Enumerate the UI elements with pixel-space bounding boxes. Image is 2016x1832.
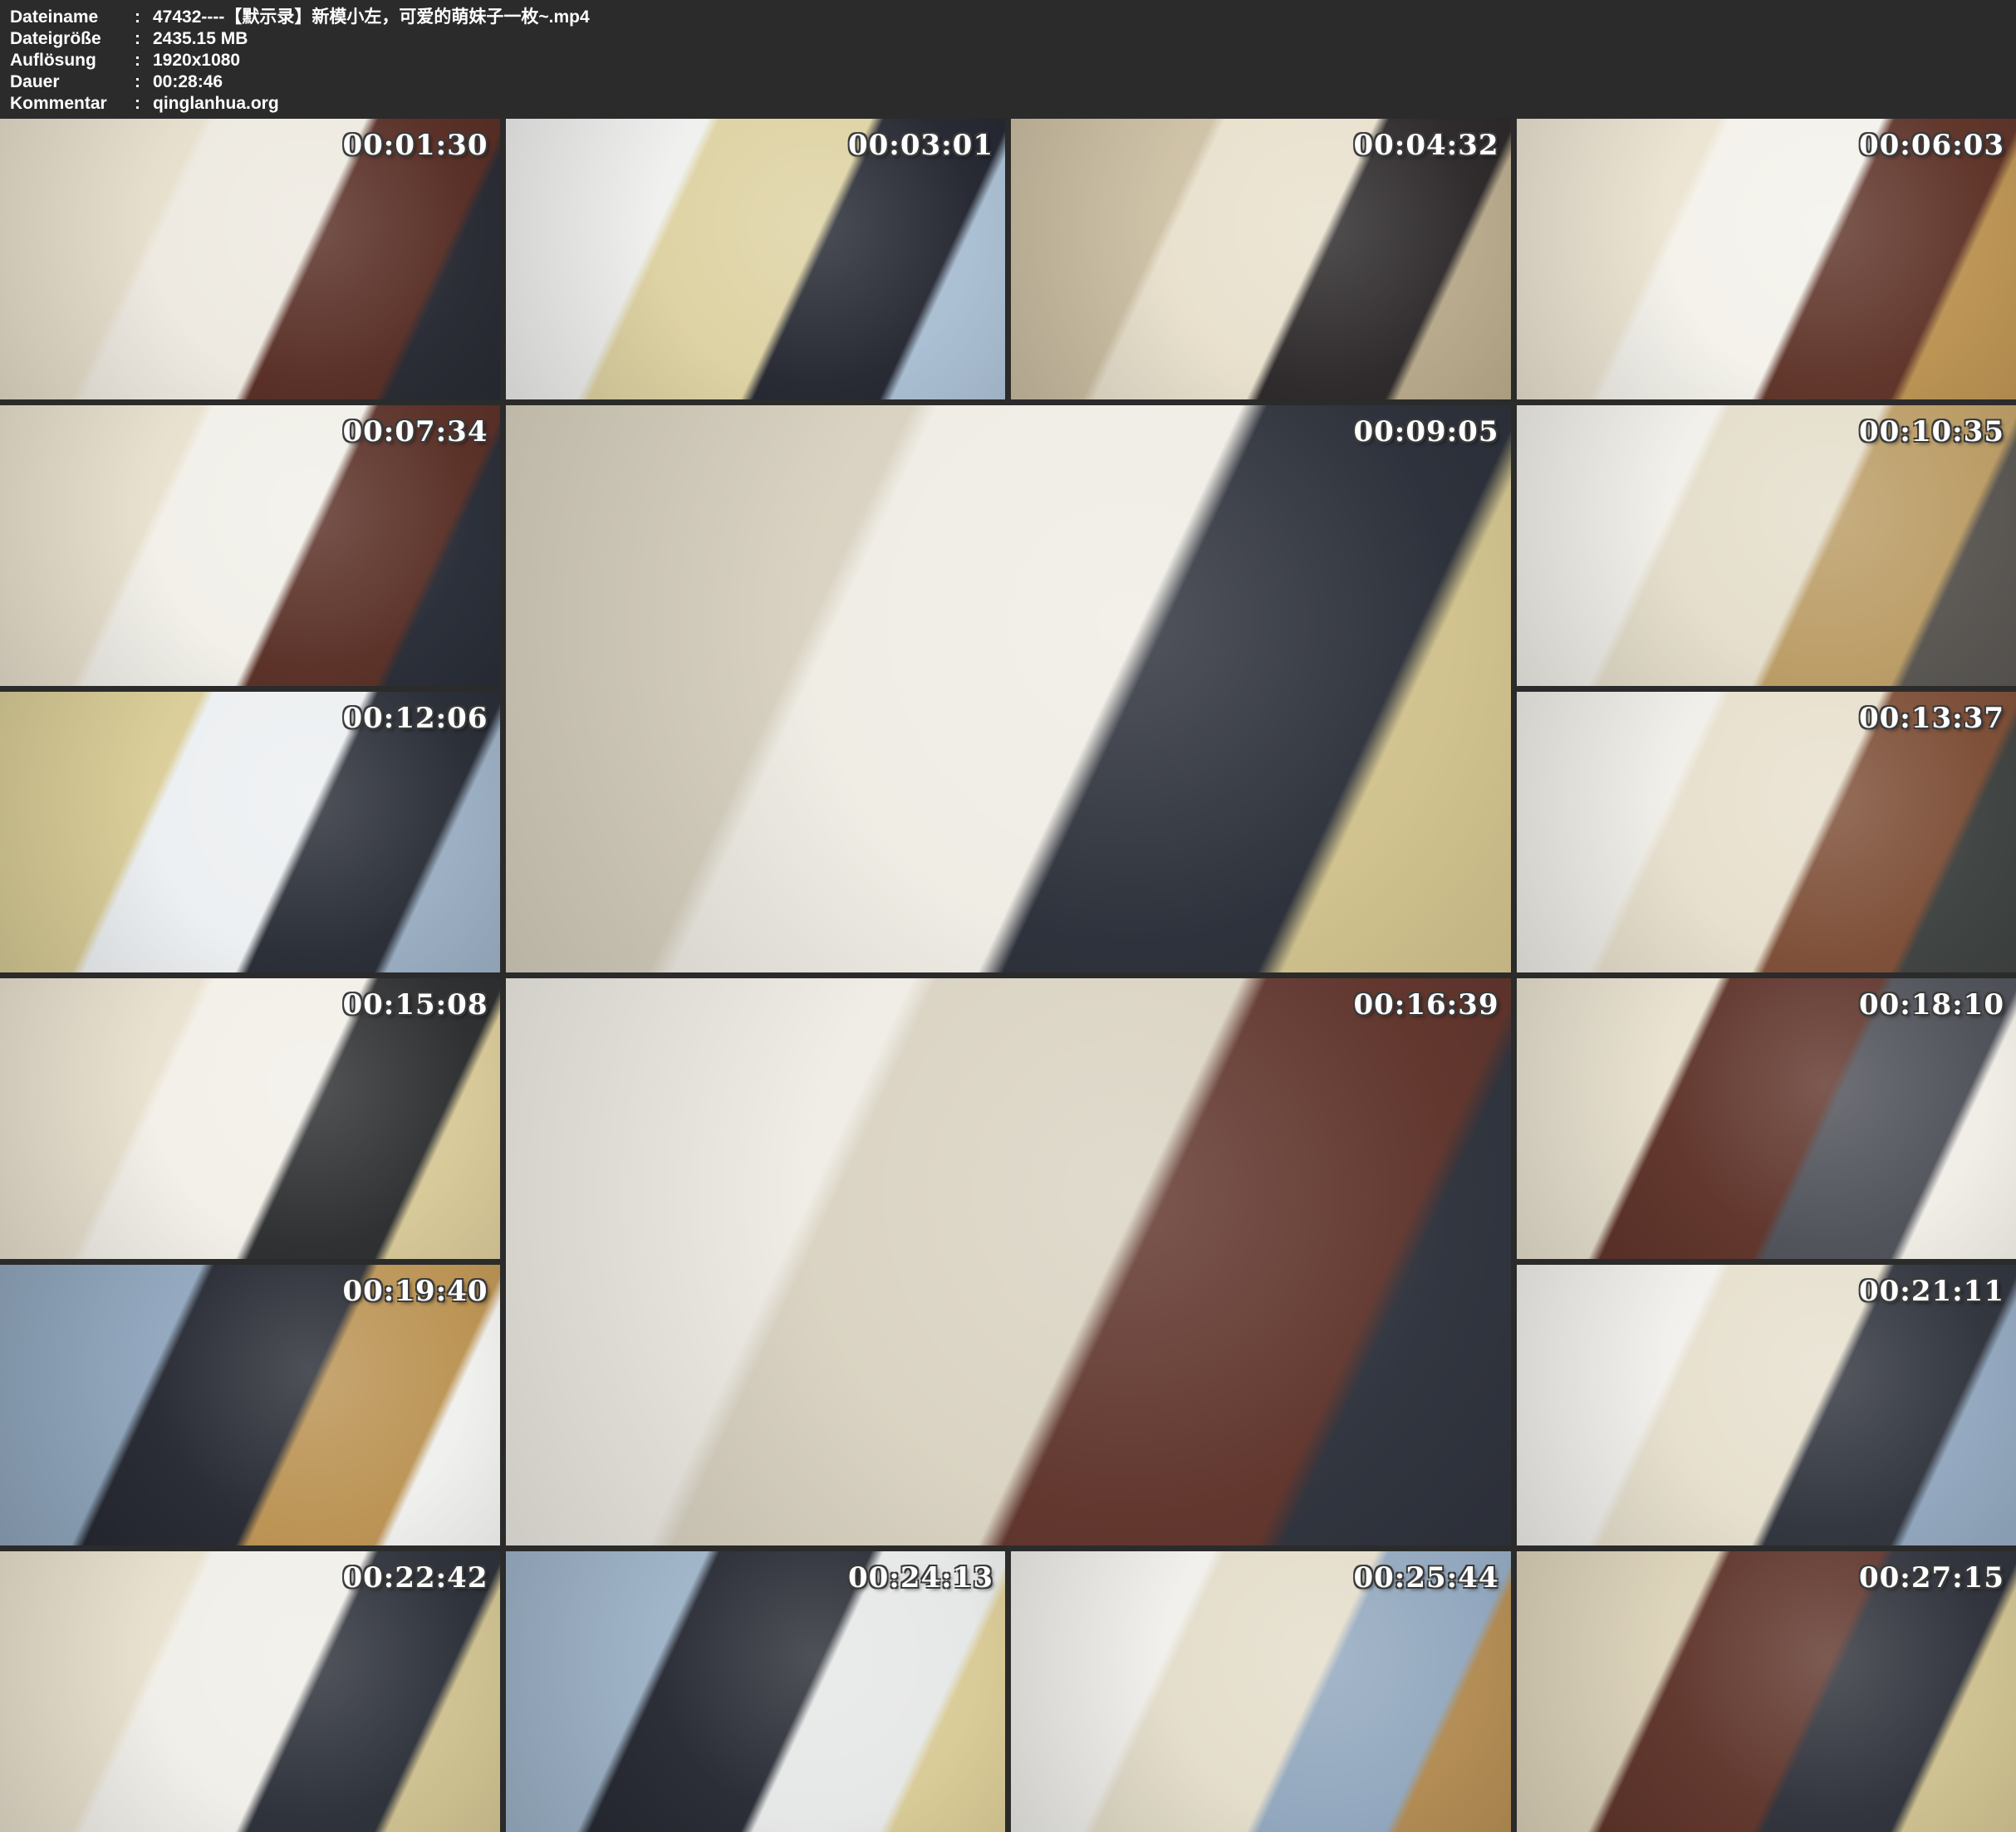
- filename-separator: :: [135, 7, 153, 28]
- meta-row-filesize: Dateigröße : 2435.15 MB: [10, 28, 2016, 50]
- frame-timestamp: 00:01:30: [342, 129, 488, 162]
- video-frame-thumbnail: 00:04:32: [1011, 119, 1511, 399]
- resolution-label: Auflösung: [10, 50, 135, 71]
- video-frame-thumbnail: 00:22:42: [0, 1551, 500, 1832]
- video-frame-thumbnail-large: 00:16:39: [506, 978, 1511, 1545]
- frame-timestamp: 00:04:32: [1353, 129, 1499, 162]
- frame-timestamp: 00:15:08: [342, 988, 488, 1021]
- frame-timestamp: 00:18:10: [1859, 988, 2004, 1021]
- comment-value: qinglanhua.org: [153, 93, 279, 115]
- contact-sheet-grid: 00:01:30 00:03:01 00:04:32 00:06:03 00:0…: [0, 119, 2016, 1832]
- filename-label: Dateiname: [10, 7, 135, 28]
- meta-row-filename: Dateiname : 47432----【默示录】新模小左，可爱的萌妹子一枚~…: [10, 7, 2016, 28]
- resolution-separator: :: [135, 50, 153, 71]
- filesize-value: 2435.15 MB: [153, 28, 248, 50]
- video-frame-thumbnail: 00:27:15: [1517, 1551, 2016, 1832]
- frame-timestamp: 00:16:39: [1353, 988, 1499, 1021]
- frame-timestamp: 00:19:40: [342, 1275, 488, 1308]
- video-frame-thumbnail: 00:13:37: [1517, 692, 2016, 972]
- video-frame-thumbnail: 00:24:13: [506, 1551, 1006, 1832]
- comment-label: Kommentar: [10, 93, 135, 115]
- frame-timestamp: 00:27:15: [1859, 1561, 2004, 1594]
- video-frame-thumbnail: 00:12:06: [0, 692, 500, 972]
- duration-label: Dauer: [10, 71, 135, 93]
- frame-timestamp: 00:07:34: [342, 415, 488, 448]
- video-frame-thumbnail: 00:07:34: [0, 405, 500, 686]
- video-frame-thumbnail: 00:21:11: [1517, 1265, 2016, 1545]
- meta-row-duration: Dauer : 00:28:46: [10, 71, 2016, 93]
- meta-row-comment: Kommentar : qinglanhua.org: [10, 93, 2016, 115]
- frame-timestamp: 00:25:44: [1353, 1561, 1499, 1594]
- video-frame-thumbnail: 00:15:08: [0, 978, 500, 1259]
- video-frame-thumbnail: 00:25:44: [1011, 1551, 1511, 1832]
- frame-timestamp: 00:21:11: [1859, 1275, 2004, 1308]
- video-frame-thumbnail: 00:03:01: [506, 119, 1006, 399]
- frame-timestamp: 00:06:03: [1859, 129, 2004, 162]
- frame-timestamp: 00:13:37: [1859, 702, 2004, 735]
- filesize-separator: :: [135, 28, 153, 50]
- video-frame-thumbnail: 00:19:40: [0, 1265, 500, 1545]
- video-frame-thumbnail: 00:06:03: [1517, 119, 2016, 399]
- frame-timestamp: 00:24:13: [848, 1561, 993, 1594]
- duration-separator: :: [135, 71, 153, 93]
- duration-value: 00:28:46: [153, 71, 223, 93]
- frame-timestamp: 00:10:35: [1859, 415, 2004, 448]
- meta-row-resolution: Auflösung : 1920x1080: [10, 50, 2016, 71]
- video-frame-thumbnail: 00:18:10: [1517, 978, 2016, 1259]
- filename-value: 47432----【默示录】新模小左，可爱的萌妹子一枚~.mp4: [153, 7, 590, 28]
- frame-timestamp: 00:12:06: [342, 702, 488, 735]
- frame-timestamp: 00:22:42: [342, 1561, 488, 1594]
- resolution-value: 1920x1080: [153, 50, 240, 71]
- file-metadata-header: Dateiname : 47432----【默示录】新模小左，可爱的萌妹子一枚~…: [0, 0, 2016, 119]
- filesize-label: Dateigröße: [10, 28, 135, 50]
- comment-separator: :: [135, 93, 153, 115]
- video-frame-thumbnail: 00:10:35: [1517, 405, 2016, 686]
- frame-timestamp: 00:09:05: [1353, 415, 1499, 448]
- video-frame-thumbnail-large: 00:09:05: [506, 405, 1511, 972]
- video-frame-thumbnail: 00:01:30: [0, 119, 500, 399]
- frame-timestamp: 00:03:01: [848, 129, 993, 162]
